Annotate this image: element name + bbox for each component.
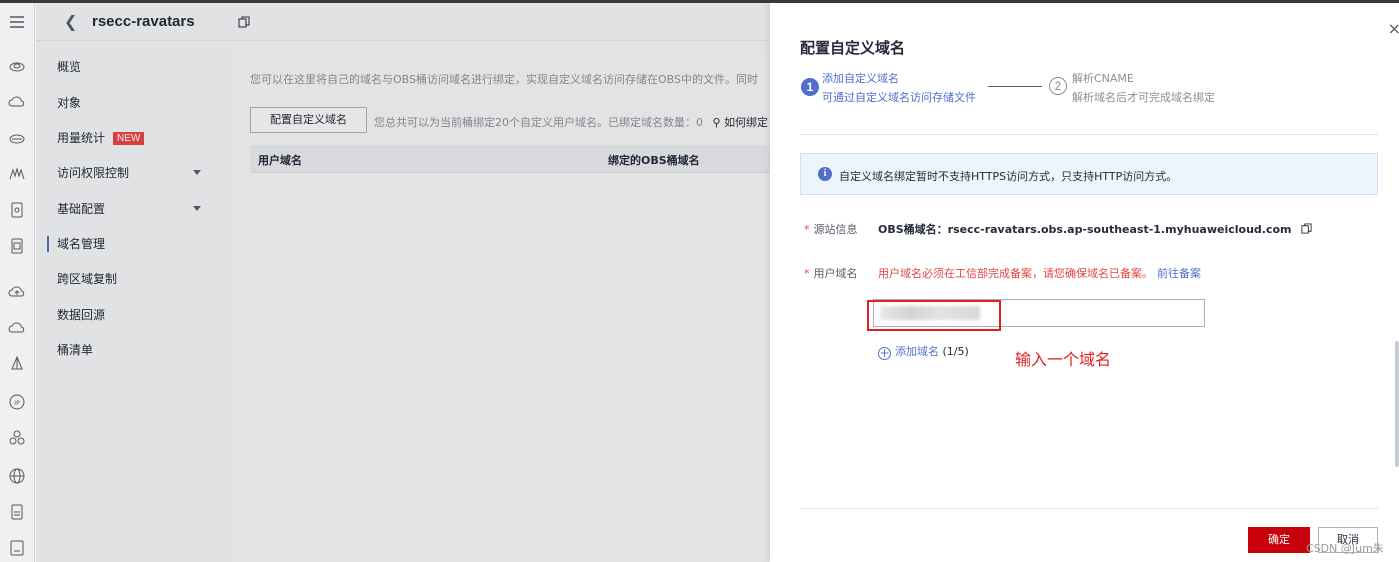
safe-icon[interactable] (8, 201, 26, 219)
user-domain-label: * 用户域名 (804, 267, 858, 280)
sidebar-item-back-to-source[interactable]: 数据回源 (57, 305, 207, 325)
page-description: 您可以在这里将自己的域名与OBS桶访问域名进行绑定，实现自定义域名访问存储在OB… (250, 73, 758, 86)
column-obs-domain: 绑定的OBS桶域名 (608, 154, 700, 167)
go-filing-link[interactable]: 前往备案 (1157, 267, 1201, 280)
new-badge: NEW (113, 132, 145, 145)
source-label: * 源站信息 (804, 223, 858, 236)
cluster-icon[interactable] (8, 429, 26, 447)
sidebar-item-inventory[interactable]: 桶清单 (57, 340, 207, 360)
cloud-storage-icon[interactable] (8, 93, 26, 111)
cloud-icon[interactable] (8, 57, 26, 75)
active-indicator (47, 236, 49, 252)
table-header: 用户域名 绑定的OBS桶域名 (250, 145, 790, 173)
domain-card: 您可以在这里将自己的域名与OBS桶访问域名进行绑定，实现自定义域名访问存储在OB… (232, 53, 792, 562)
watermark: CSDN @Jum朱 (1306, 542, 1384, 555)
plus-circle-icon: + (878, 346, 891, 360)
caret-down-icon (193, 206, 201, 211)
step-2-description: 解析域名后才可完成域名绑定 (1072, 91, 1215, 104)
lightbulb-icon: ⚲ (712, 116, 721, 129)
sidebar-item-cross-region-replication[interactable]: 跨区域复制 (57, 269, 207, 289)
scrollbar[interactable] (1395, 341, 1399, 467)
document-icon[interactable] (8, 237, 26, 255)
sidebar-item-basic-config[interactable]: 基础配置 (57, 199, 207, 219)
cloud-icon[interactable] (8, 319, 26, 337)
menu-icon[interactable] (8, 13, 26, 31)
ip-icon[interactable]: IP (8, 393, 26, 411)
step-1-indicator: 1 (801, 78, 819, 96)
file-icon[interactable] (8, 503, 26, 521)
copy-icon[interactable] (1301, 223, 1312, 234)
info-alert: i 自定义域名绑定暂时不支持HTTPS访问方式，只支持HTTP访问方式。 (800, 153, 1378, 195)
copy-icon[interactable] (238, 16, 250, 28)
svg-text:IP: IP (14, 400, 20, 407)
bucket-header: ❮ rsecc-ravatars (36, 3, 806, 41)
footer-divider (800, 508, 1378, 509)
how-to-bind-link[interactable]: 如何绑定 (724, 116, 768, 129)
source-value: OBS桶域名：rsecc-ravatars.obs.ap-southeast-1… (878, 221, 1312, 237)
cloud-upload-icon[interactable] (8, 283, 26, 301)
bucket-name: rsecc-ravatars (92, 13, 195, 30)
sidebar-item-objects[interactable]: 对象 (57, 93, 207, 113)
database-icon[interactable] (8, 129, 26, 147)
lighthouse-icon[interactable] (8, 355, 26, 373)
info-message: 自定义域名绑定暂时不支持HTTPS访问方式，只支持HTTP访问方式。 (839, 170, 1178, 183)
configure-domain-drawer: 配置自定义域名 × 1 添加自定义域名 可通过自定义域名访问存储文件 2 解析C… (770, 3, 1399, 562)
sidebar-item-usage[interactable]: 用量统计 NEW (57, 128, 207, 148)
caret-down-icon (193, 170, 201, 175)
confirm-button[interactable]: 确定 (1248, 527, 1310, 553)
step-1-description: 可通过自定义域名访问存储文件 (822, 91, 976, 104)
step-connector (988, 86, 1042, 87)
configure-domain-button[interactable]: 配置自定义域名 (250, 107, 367, 133)
quota-text: 您总共可以为当前桶绑定20个自定义用户域名。已绑定域名数量：0 ⚲ 如何绑定 (374, 116, 769, 129)
sidebar-item-domain-management[interactable]: 域名管理 (57, 234, 207, 254)
step-2-title: 解析CNAME (1072, 72, 1134, 85)
main-content: 您可以在这里将自己的域名与OBS桶访问域名进行绑定，实现自定义域名访问存储在OB… (216, 41, 792, 562)
divider (800, 134, 1378, 135)
close-icon[interactable]: × (1388, 19, 1399, 38)
service-icon-rail: IP (0, 3, 35, 562)
add-domain-button[interactable]: + 添加域名 (1/5) (878, 343, 969, 360)
step-1-title: 添加自定义域名 (822, 72, 899, 85)
filing-warning: 用户域名必须在工信部完成备案，请您确保域名已备案。 前往备案 (878, 267, 1201, 280)
column-user-domain: 用户域名 (258, 154, 302, 167)
annotation-text: 输入一个域名 (1015, 350, 1112, 369)
step-2-indicator: 2 (1049, 77, 1067, 95)
info-icon: i (818, 167, 832, 181)
drawer-title: 配置自定义域名 (800, 39, 906, 57)
chevron-left-icon[interactable]: ❮ (64, 12, 77, 31)
sidebar-item-access-control[interactable]: 访问权限控制 (57, 163, 207, 183)
bucket-sidebar: 概览 对象 用量统计 NEW 访问权限控制 基础配置 域名管理 跨区域复制 数据回… (36, 41, 216, 562)
server-icon[interactable] (8, 539, 26, 557)
globe-icon[interactable] (8, 467, 26, 485)
annotation-highlight-box (867, 300, 1001, 331)
sidebar-item-overview[interactable]: 概览 (57, 57, 207, 77)
window-top-border (0, 0, 1399, 3)
mountain-icon[interactable] (8, 165, 26, 183)
